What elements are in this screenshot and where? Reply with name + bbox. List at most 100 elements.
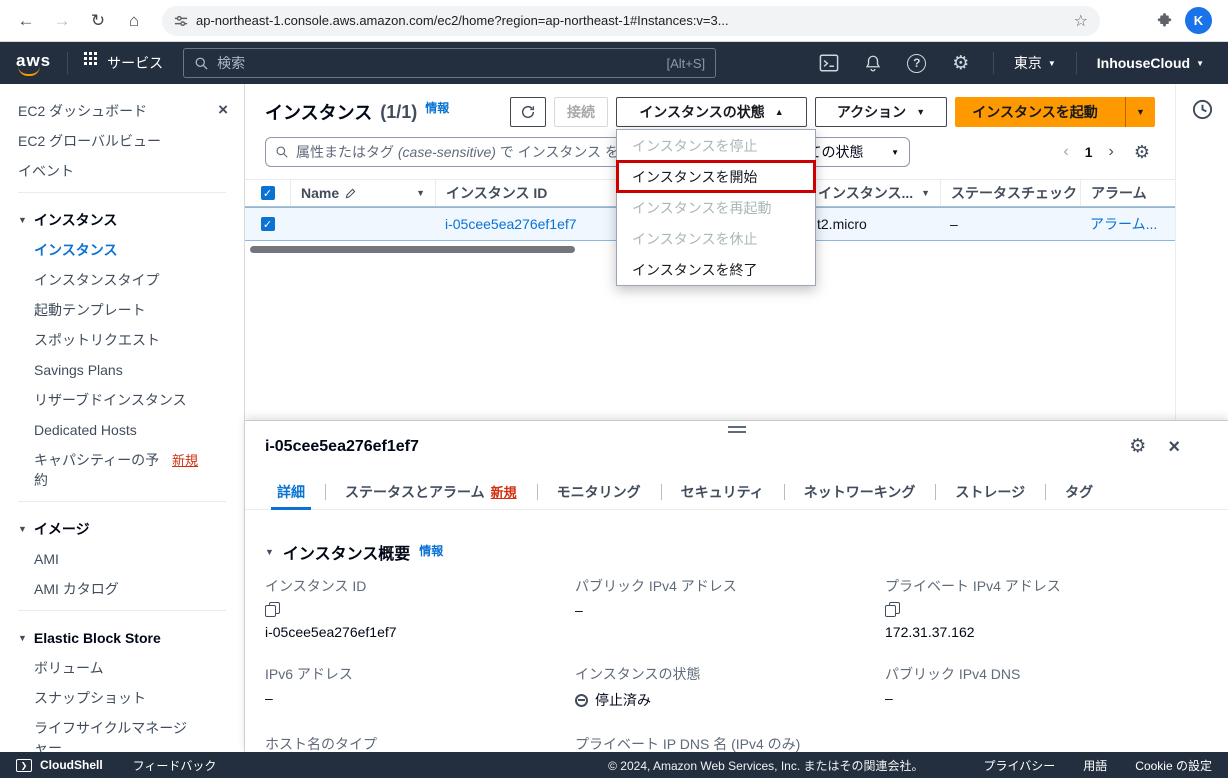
sidebar-item-instances[interactable]: インスタンス bbox=[0, 235, 244, 265]
address-bar[interactable]: ap-northeast-1.console.aws.amazon.com/ec… bbox=[162, 6, 1100, 36]
previous-page-icon: ‹ bbox=[1063, 143, 1068, 161]
sidebar-item-launch-templates[interactable]: 起動テンプレート bbox=[0, 295, 244, 325]
tab-tags[interactable]: タグ bbox=[1045, 474, 1113, 510]
home-icon[interactable]: ⌂ bbox=[118, 5, 150, 37]
launch-dropdown-toggle[interactable]: ▼ bbox=[1125, 97, 1155, 127]
chevron-down-icon[interactable]: ▼ bbox=[265, 547, 274, 557]
alarm-link[interactable]: アラーム... bbox=[1090, 214, 1157, 234]
row-checkbox[interactable]: ✓ bbox=[261, 217, 275, 231]
table-preferences-gear-icon[interactable]: ⚙ bbox=[1134, 142, 1150, 163]
feedback-link[interactable]: フィードバック bbox=[133, 757, 217, 774]
panel-resize-handle[interactable] bbox=[728, 426, 746, 433]
sidebar-item-ami-catalog[interactable]: AMI カタログ bbox=[0, 574, 244, 604]
button-label[interactable]: インスタンスを起動 bbox=[955, 97, 1115, 127]
filter-caret-icon[interactable]: ▼ bbox=[921, 188, 930, 198]
select-all-checkbox[interactable]: ✓ bbox=[261, 186, 275, 200]
field-label: インスタンスの状態 bbox=[575, 664, 885, 684]
sidebar-item-ami[interactable]: AMI bbox=[0, 544, 244, 574]
app-root: ← → ↻ ⌂ ap-northeast-1.console.aws.amazo… bbox=[0, 0, 1228, 778]
menu-item-start-instance[interactable]: インスタンスを開始 bbox=[617, 161, 815, 192]
cookie-settings-link[interactable]: Cookie の設定 bbox=[1135, 757, 1212, 774]
section-label: Elastic Block Store bbox=[34, 628, 161, 648]
sidebar-item-dedicated-hosts[interactable]: Dedicated Hosts bbox=[0, 415, 244, 445]
instance-id-link[interactable]: i-05cee5ea276ef1ef7 bbox=[445, 216, 577, 232]
column-header-alarm[interactable]: アラーム bbox=[1080, 180, 1175, 206]
column-header-name[interactable]: Name ▼ bbox=[290, 180, 435, 206]
privacy-link[interactable]: プライバシー bbox=[984, 757, 1056, 774]
region-selector[interactable]: 東京 ▼ bbox=[1004, 53, 1066, 73]
scrollbar-thumb[interactable] bbox=[250, 246, 575, 253]
terms-link[interactable]: 用語 bbox=[1083, 757, 1107, 774]
cloudshell-button[interactable]: ❯ CloudShell bbox=[16, 758, 103, 772]
sidebar-section-instances[interactable]: ▼ インスタンス bbox=[0, 205, 244, 235]
sidebar-section-images[interactable]: ▼ イメージ bbox=[0, 514, 244, 544]
copy-icon[interactable] bbox=[265, 602, 280, 617]
sidebar-item-volumes[interactable]: ボリューム bbox=[0, 653, 244, 683]
menu-item-terminate-instance[interactable]: インスタンスを終了 bbox=[617, 254, 815, 285]
extensions-icon[interactable] bbox=[1156, 12, 1173, 29]
sidebar-section-elastic-block-store[interactable]: ▼ Elastic Block Store bbox=[0, 623, 244, 653]
history-icon[interactable] bbox=[1189, 96, 1215, 122]
console-footer: ❯ CloudShell フィードバック © 2024, Amazon Web … bbox=[0, 752, 1228, 778]
tab-storage[interactable]: ストレージ bbox=[935, 474, 1045, 510]
sidebar-item-events[interactable]: イベント bbox=[0, 156, 244, 186]
field-value: – bbox=[885, 690, 1208, 706]
info-link[interactable]: 情報 bbox=[419, 542, 443, 559]
refresh-button[interactable] bbox=[510, 97, 546, 127]
tab-label: モニタリング bbox=[557, 482, 641, 502]
column-header-instance-id[interactable]: インスタンス ID bbox=[435, 180, 620, 206]
detail-body: ▼ インスタンス概要 情報 インスタンス ID i-05cee5ea276ef1… bbox=[245, 510, 1228, 752]
settings-gear-icon[interactable]: ⚙ bbox=[939, 46, 983, 80]
chevron-down-icon: ▼ bbox=[1048, 59, 1056, 68]
column-header-status-check[interactable]: ステータスチェック bbox=[940, 180, 1080, 206]
copyright-text: © 2024, Amazon Web Services, Inc. またはその関… bbox=[608, 757, 923, 774]
profile-avatar[interactable]: K bbox=[1185, 7, 1212, 34]
filter-caret-icon[interactable]: ▼ bbox=[416, 188, 425, 198]
next-page-icon[interactable]: › bbox=[1109, 143, 1114, 161]
cloudshell-icon[interactable] bbox=[807, 46, 851, 80]
sidebar-divider bbox=[18, 610, 226, 611]
close-sidebar-icon[interactable]: × bbox=[218, 100, 228, 120]
refresh-icon[interactable]: ↻ bbox=[82, 5, 114, 37]
sidebar-item-capacity-reservations[interactable]: キャパシティーの予約新規 bbox=[0, 445, 244, 495]
site-info-icon[interactable] bbox=[174, 14, 188, 28]
back-icon[interactable]: ← bbox=[10, 5, 42, 37]
page-number[interactable]: 1 bbox=[1085, 144, 1093, 160]
instances-list-panel: インスタンス (1/1) 情報 接続 インスタンスの状態 ▲ インスタンスを停止 bbox=[245, 84, 1175, 420]
tab-monitoring[interactable]: モニタリング bbox=[537, 474, 661, 510]
cell-status-check: – bbox=[940, 208, 1080, 240]
services-menu-button[interactable]: サービス bbox=[78, 53, 169, 73]
sidebar-item-instance-types[interactable]: インスタンスタイプ bbox=[0, 265, 244, 295]
panel-preferences-gear-icon[interactable]: ⚙ bbox=[1129, 435, 1146, 458]
tab-status-and-alarms[interactable]: ステータスとアラーム 新規 bbox=[325, 474, 537, 510]
notifications-bell-icon[interactable] bbox=[851, 46, 895, 80]
tab-details[interactable]: 詳細 bbox=[257, 474, 325, 510]
instance-state-button[interactable]: インスタンスの状態 ▲ インスタンスを停止 インスタンスを開始 インスタンスを再… bbox=[616, 97, 807, 127]
browser-toolbar: ← → ↻ ⌂ ap-northeast-1.console.aws.amazo… bbox=[0, 0, 1228, 42]
copy-icon[interactable] bbox=[885, 602, 900, 617]
sidebar-item-reserved-instances[interactable]: リザーブドインスタンス bbox=[0, 385, 244, 415]
field-value: 172.31.37.162 bbox=[885, 624, 1208, 640]
info-link[interactable]: 情報 bbox=[425, 99, 449, 116]
field-public-ipv4: パブリック IPv4 アドレス – bbox=[575, 576, 885, 618]
column-label: Name bbox=[301, 185, 339, 201]
column-header-instance-type[interactable]: インスタンス... ▼ bbox=[807, 180, 940, 206]
actions-button[interactable]: アクション ▼ bbox=[815, 97, 947, 127]
sidebar-item-lifecycle-manager[interactable]: ライフサイクルマネージャー bbox=[0, 713, 244, 752]
launch-instance-button[interactable]: インスタンスを起動 ▼ bbox=[955, 97, 1155, 127]
sidebar-item-savings-plans[interactable]: Savings Plans bbox=[0, 355, 244, 385]
tab-networking[interactable]: ネットワーキング bbox=[784, 474, 936, 510]
account-menu[interactable]: InhouseCloud ▼ bbox=[1087, 55, 1214, 71]
nav-divider bbox=[993, 52, 994, 74]
sidebar-item-ec2-global-view[interactable]: EC2 グローバルビュー bbox=[0, 126, 244, 156]
tab-security[interactable]: セキュリティ bbox=[661, 474, 784, 510]
sidebar-item-snapshots[interactable]: スナップショット bbox=[0, 683, 244, 713]
bookmark-star-icon[interactable]: ☆ bbox=[1074, 11, 1088, 31]
field-value: – bbox=[575, 602, 885, 618]
aws-logo[interactable]: aws bbox=[14, 51, 57, 75]
sidebar-item-ec2-dashboard[interactable]: EC2 ダッシュボード bbox=[0, 96, 244, 126]
console-search-input[interactable]: 検索 [Alt+S] bbox=[183, 48, 716, 78]
close-panel-icon[interactable]: × bbox=[1168, 437, 1180, 457]
sidebar-item-spot-requests[interactable]: スポットリクエスト bbox=[0, 325, 244, 355]
help-icon[interactable]: ? bbox=[895, 46, 939, 80]
